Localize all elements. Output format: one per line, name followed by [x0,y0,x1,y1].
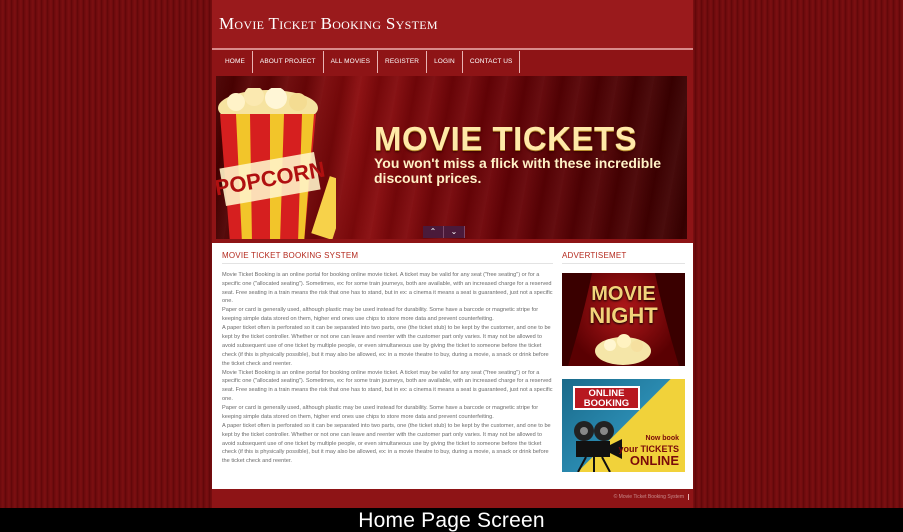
chevron-down-icon[interactable]: ⌄ [444,226,465,238]
nav-about-project[interactable]: ABOUT PROJECT [253,51,324,73]
nav-login[interactable]: LOGIN [427,51,463,73]
main-nav: HOME ABOUT PROJECT ALL MOVIES REGISTER L… [212,51,693,73]
popcorn-bucket-icon: POPCORN [216,88,336,239]
nav-register[interactable]: REGISTER [378,51,428,73]
banner-headline: MOVIE TICKETS [374,120,638,157]
paragraph: Paper or card is generally used, althoug… [222,405,539,420]
paragraph: Movie Ticket Booking is an online portal… [222,272,553,305]
site-header: Movie Ticket Booking System [212,0,693,50]
tagline-line1: Now book [645,435,679,442]
nav-all-movies[interactable]: ALL MOVIES [324,51,379,73]
main-section-title: MOVIE TICKET BOOKING SYSTEM [222,251,553,264]
nav-home[interactable]: HOME [218,51,253,73]
banner-subline: You won't miss a flick with these incred… [374,155,662,186]
ad-line-night: NIGHT [589,303,658,328]
tagline-line3: ONLINE [629,453,679,468]
paragraph: Movie Ticket Booking is an online portal… [222,369,553,403]
nav-contact-us[interactable]: CONTACT US [463,51,521,73]
chevron-up-icon[interactable]: ⌃ [423,226,444,238]
site-container: Movie Ticket Booking System HOME ABOUT P… [212,0,693,508]
paragraph: A paper ticket often is perforated so it… [222,423,551,465]
hero-banner: POPCORN MOVIE TICKETS You won't miss a f… [216,76,687,239]
content-area: MOVIE TICKET BOOKING SYSTEM Movie Ticket… [212,243,693,489]
online-booking-ad[interactable]: ONLINE BOOKING Now book your TICKETS ONL… [562,379,685,472]
paragraph: A paper ticket often is perforated so it… [222,325,551,367]
movie-night-ad[interactable]: MOVIE NIGHT [562,273,685,366]
slider-controls: ⌃ ⌄ [423,226,465,238]
caption-text: Home Page Screen [358,509,545,532]
site-title: Movie Ticket Booking System [219,14,438,33]
paragraph: Paper or card is generally used, althoug… [222,307,539,323]
ad-tagline: Now book your TICKETS ONLINE [618,434,679,468]
main-column: MOVIE TICKET BOOKING SYSTEM Movie Ticket… [222,251,553,466]
screen-caption: Home Page Screen [0,508,903,532]
sidebar: ADVERTISEMET MOVIE NIGHT ONLINE BOOKING [562,251,685,485]
footer-copyright: © Movie Ticket Booking System [614,494,689,500]
sidebar-title: ADVERTISEMET [562,251,685,264]
